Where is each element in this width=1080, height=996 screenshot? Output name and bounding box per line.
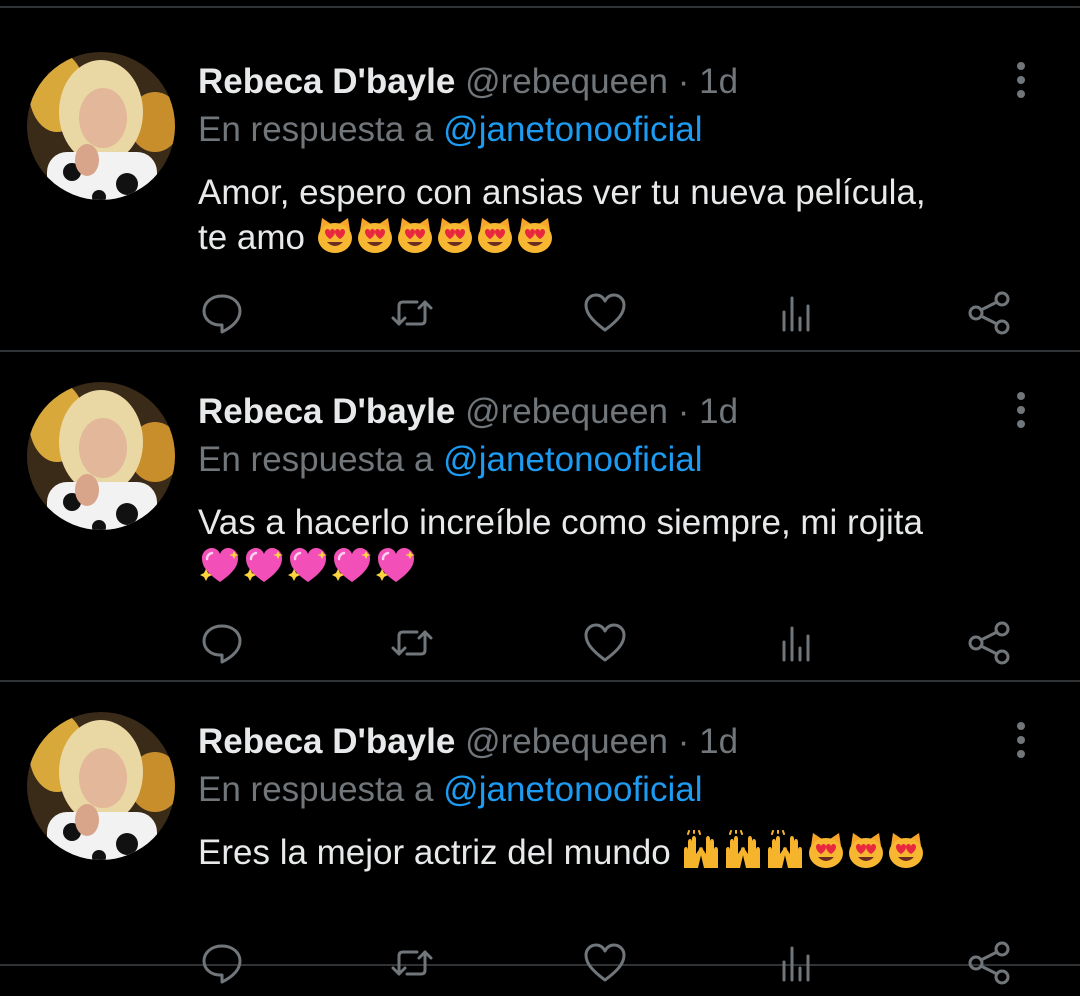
heart-eyes-cat-emoji: [315, 215, 355, 255]
reply-button[interactable]: [197, 618, 247, 668]
author-name[interactable]: Rebeca D'bayle: [198, 62, 455, 101]
share-nodes-icon: [964, 288, 1014, 338]
separator-dot: ·: [677, 722, 690, 761]
raising-hands-emoji: [764, 830, 806, 870]
share-nodes-icon: [964, 938, 1014, 988]
retweet-arrows-icon: [387, 938, 437, 988]
tweet-text-content: te amo: [198, 218, 305, 257]
reply-prefix: En respuesta a: [198, 440, 434, 479]
analytics-button[interactable]: [771, 288, 821, 338]
retweet-arrows-icon: [387, 288, 437, 338]
tweet-text-line: te amo: [198, 215, 1038, 260]
speech-bubble-icon: [197, 618, 247, 668]
sparkling-heart-emoji: [330, 545, 374, 585]
tweet-text-line: Amor, espero con ansias ver tu nueva pel…: [198, 170, 1038, 215]
tweet-text-content: Eres la mejor actriz del mundo: [198, 833, 671, 872]
emoji-group: [198, 545, 418, 585]
timestamp[interactable]: 1d: [699, 722, 738, 761]
heart-outline-icon: [580, 618, 630, 668]
like-button[interactable]: [580, 288, 630, 338]
author-name[interactable]: Rebeca D'bayle: [198, 392, 455, 431]
tweet-text-content: Vas a hacerlo increíble como siempre, mi…: [198, 503, 923, 542]
reply-button[interactable]: [197, 938, 247, 988]
speech-bubble-icon: [197, 938, 247, 988]
share-button[interactable]: [964, 618, 1014, 668]
reply-button[interactable]: [197, 288, 247, 338]
author-handle[interactable]: @rebequeen: [465, 392, 668, 431]
tweet-actions: [0, 618, 1080, 668]
bar-chart-icon: [771, 938, 821, 988]
heart-outline-icon: [580, 288, 630, 338]
reply-mention-link[interactable]: @janetonooficial: [443, 770, 702, 809]
tweet-feed: Rebeca D'bayle @rebequeen · 1d En respues…: [0, 0, 1080, 985]
reply-mention-link[interactable]: @janetonooficial: [443, 110, 702, 149]
share-button[interactable]: [964, 288, 1014, 338]
tweet-text-content: Amor, espero con ansias ver tu nueva pel…: [198, 173, 926, 212]
analytics-button[interactable]: [771, 938, 821, 988]
more-options-icon[interactable]: [1008, 720, 1034, 760]
sparkling-heart-emoji: [242, 545, 286, 585]
tweet-header: Rebeca D'bayle @rebequeen · 1d: [198, 390, 738, 434]
avatar[interactable]: [27, 52, 175, 200]
reply-context: En respuesta a @janetonooficial: [198, 438, 702, 482]
more-options-icon[interactable]: [1008, 60, 1034, 100]
share-nodes-icon: [964, 618, 1014, 668]
tweet-text-line: Vas a hacerlo increíble como siempre, mi…: [198, 500, 1038, 545]
reply-context: En respuesta a @janetonooficial: [198, 768, 702, 812]
sparkling-heart-emoji: [198, 545, 242, 585]
speech-bubble-icon: [197, 288, 247, 338]
more-options-icon[interactable]: [1008, 390, 1034, 430]
tweet[interactable]: Rebeca D'bayle @rebequeen · 1d En respues…: [0, 338, 1080, 666]
avatar[interactable]: [27, 382, 175, 530]
timestamp[interactable]: 1d: [699, 62, 738, 101]
analytics-button[interactable]: [771, 618, 821, 668]
tweet-text: Vas a hacerlo increíble como siempre, mi…: [198, 500, 1038, 590]
reply-mention-link[interactable]: @janetonooficial: [443, 440, 702, 479]
heart-eyes-cat-emoji: [846, 830, 886, 870]
reply-context: En respuesta a @janetonooficial: [198, 108, 702, 152]
retweet-arrows-icon: [387, 618, 437, 668]
bar-chart-icon: [771, 288, 821, 338]
tweet-text-line: [198, 545, 1038, 590]
heart-eyes-cat-emoji: [435, 215, 475, 255]
like-button[interactable]: [580, 938, 630, 988]
heart-eyes-cat-emoji: [515, 215, 555, 255]
tweet-text: Eres la mejor actriz del mundo: [198, 830, 1038, 875]
tweet[interactable]: Rebeca D'bayle @rebequeen · 1d En respues…: [0, 8, 1080, 336]
avatar[interactable]: [27, 712, 175, 860]
heart-eyes-cat-emoji: [355, 215, 395, 255]
author-name[interactable]: Rebeca D'bayle: [198, 722, 455, 761]
retweet-button[interactable]: [387, 618, 437, 668]
reply-prefix: En respuesta a: [198, 770, 434, 809]
tweet-header: Rebeca D'bayle @rebequeen · 1d: [198, 720, 738, 764]
heart-eyes-cat-emoji: [475, 215, 515, 255]
raising-hands-emoji: [722, 830, 764, 870]
timestamp[interactable]: 1d: [699, 392, 738, 431]
share-button[interactable]: [964, 938, 1014, 988]
bar-chart-icon: [771, 618, 821, 668]
retweet-button[interactable]: [387, 288, 437, 338]
retweet-button[interactable]: [387, 938, 437, 988]
sparkling-heart-emoji: [286, 545, 330, 585]
tweet-actions: [0, 288, 1080, 338]
separator-dot: ·: [677, 62, 690, 101]
reply-prefix: En respuesta a: [198, 110, 434, 149]
heart-eyes-cat-emoji: [806, 830, 846, 870]
author-handle[interactable]: @rebequeen: [465, 62, 668, 101]
tweet[interactable]: Rebeca D'bayle @rebequeen · 1d En respues…: [0, 668, 1080, 996]
like-button[interactable]: [580, 618, 630, 668]
emoji-group: [680, 830, 926, 870]
raising-hands-emoji: [680, 830, 722, 870]
heart-outline-icon: [580, 938, 630, 988]
tweet-text-line: Eres la mejor actriz del mundo: [198, 830, 1038, 875]
sparkling-heart-emoji: [374, 545, 418, 585]
tweet-text: Amor, espero con ansias ver tu nueva pel…: [198, 170, 1038, 260]
heart-eyes-cat-emoji: [886, 830, 926, 870]
tweet-actions: [0, 938, 1080, 988]
heart-eyes-cat-emoji: [395, 215, 435, 255]
author-handle[interactable]: @rebequeen: [465, 722, 668, 761]
emoji-group: [315, 215, 555, 255]
tweet-header: Rebeca D'bayle @rebequeen · 1d: [198, 60, 738, 104]
separator-dot: ·: [677, 392, 690, 431]
